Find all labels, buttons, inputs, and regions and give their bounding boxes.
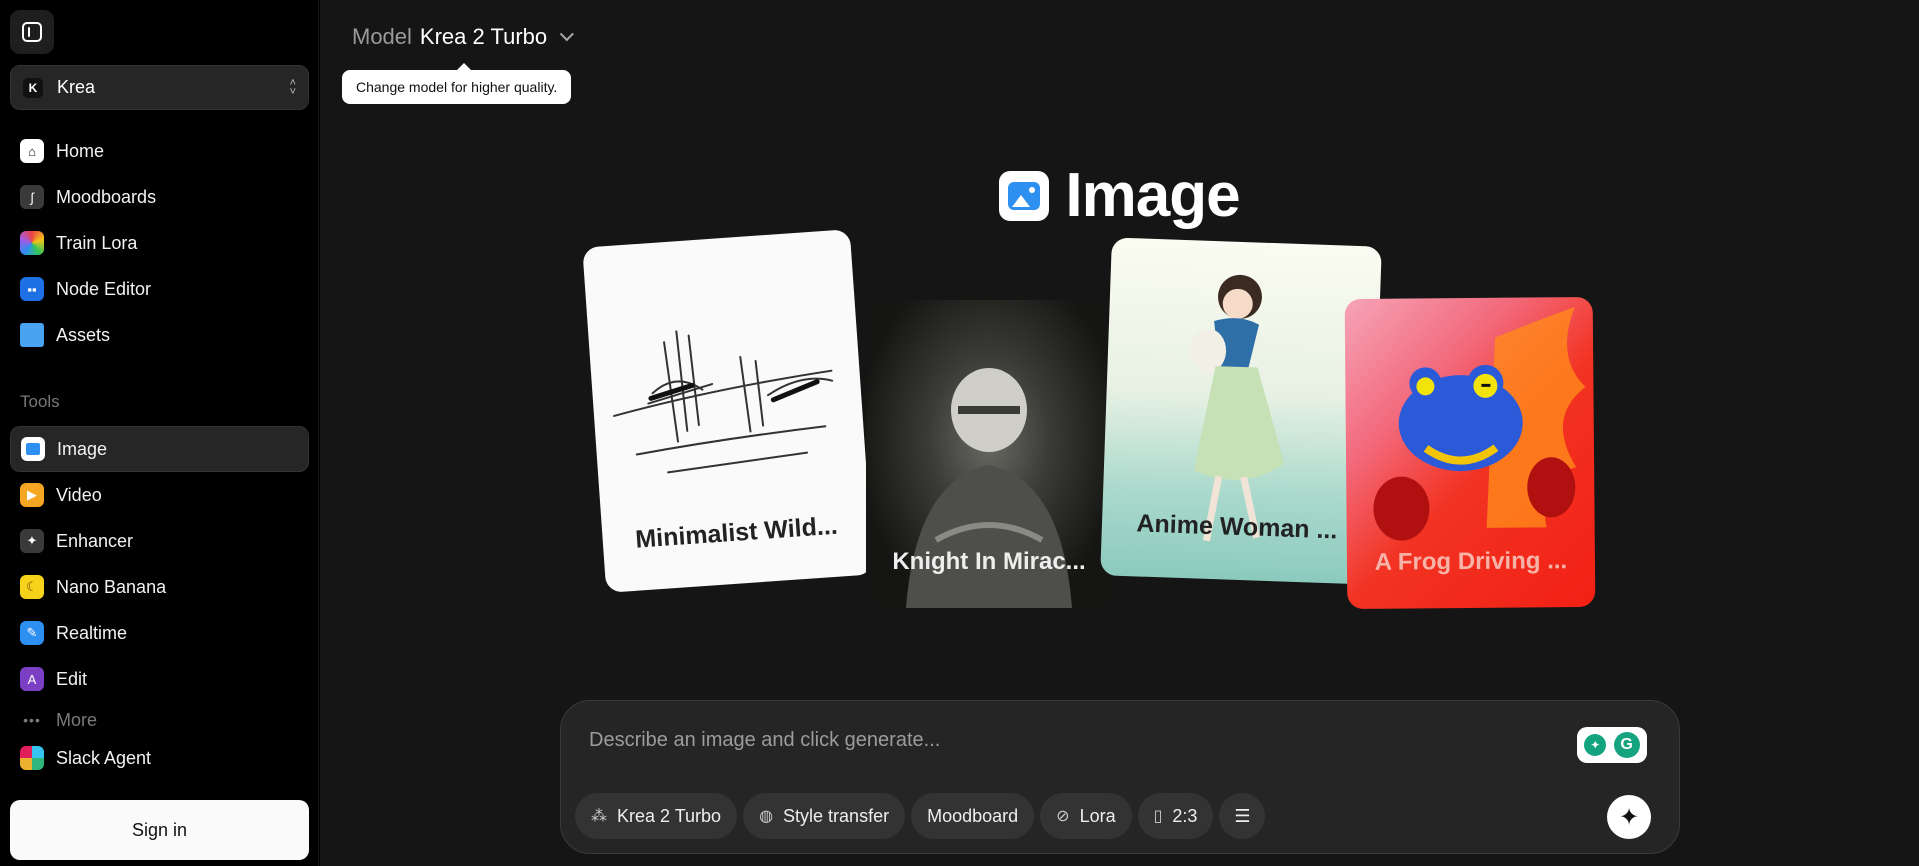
- sidebar-item-label: Enhancer: [56, 530, 134, 551]
- sparkle-icon: ✦: [1618, 803, 1640, 831]
- sidebar-item-label: Home: [56, 140, 105, 161]
- example-card-frog[interactable]: A Frog Driving ...: [1344, 296, 1596, 610]
- example-card-anime[interactable]: Anime Woman ...: [1100, 237, 1382, 585]
- tools-section-label: Tools: [20, 392, 60, 411]
- krea-logo-icon: ⁂: [591, 808, 607, 825]
- sidebar-item-assets[interactable]: Assets: [10, 312, 309, 358]
- more-dots-icon: •••: [23, 712, 41, 728]
- model-chip-label: Krea 2 Turbo: [617, 805, 722, 826]
- example-card-sketch[interactable]: Minimalist Wild...: [582, 229, 874, 593]
- folder-icon: [20, 323, 44, 347]
- sidebar-item-home[interactable]: ⌂ Home: [10, 128, 309, 174]
- prompt-box: Describe an image and click generate... …: [560, 700, 1680, 854]
- sidebar-item-label: Slack Agent: [56, 747, 152, 768]
- model-value: Krea 2 Turbo: [419, 24, 548, 49]
- aspect-ratio-label: 2:3: [1172, 805, 1198, 826]
- card-caption: A Frog Driving ...: [1374, 547, 1568, 576]
- lora-chip[interactable]: ⊘ Lora: [1040, 793, 1132, 839]
- chevron-up-down-icon: ˄ ˅: [289, 76, 296, 98]
- prompt-input[interactable]: Describe an image and click generate...: [589, 729, 940, 752]
- style-transfer-chip[interactable]: ◍ Style transfer: [743, 793, 906, 839]
- krea-logo-icon: K: [23, 77, 43, 98]
- sidebar-item-train-lora[interactable]: Train Lora: [10, 220, 309, 266]
- style-transfer-label: Style transfer: [783, 805, 890, 826]
- sidebar-item-label: Realtime: [56, 622, 128, 643]
- model-chip[interactable]: ⁂ Krea 2 Turbo: [575, 793, 738, 839]
- sidebar-item-label: Image: [57, 438, 108, 459]
- sidebar-panel-icon: [22, 22, 42, 42]
- sidebar-item-label: Moodboards: [56, 186, 157, 207]
- settings-chip[interactable]: ☰: [1219, 793, 1266, 839]
- image-icon: [21, 437, 45, 461]
- example-card-knight[interactable]: Knight In Mirac...: [866, 300, 1112, 608]
- workspace-selector[interactable]: K Krea ˄ ˅: [10, 65, 309, 110]
- wand-icon: ✦: [20, 529, 44, 553]
- palette-icon: ◍: [759, 808, 774, 825]
- lora-label: Lora: [1079, 805, 1116, 826]
- rainbow-icon: [20, 231, 44, 255]
- main-nav: ⌂ Home ∫ Moodboards Train Lora ▪▪ Node E…: [10, 128, 309, 358]
- lightbulb-icon: ✦: [1584, 734, 1607, 756]
- grammarly-icon: G: [1613, 732, 1640, 758]
- slack-icon: [20, 746, 44, 770]
- model-selector[interactable]: Model Krea 2 Turbo: [352, 24, 575, 50]
- toggle-sidebar-button[interactable]: [10, 10, 54, 54]
- model-tooltip: Change model for higher quality.: [342, 63, 572, 104]
- banana-icon: ☾: [20, 575, 44, 599]
- sidebar-item-node-editor[interactable]: ▪▪ Node Editor: [10, 266, 309, 312]
- grammarly-widget[interactable]: ✦ G: [1577, 727, 1647, 763]
- model-label: Model: [352, 24, 412, 49]
- house-icon: ⌂: [20, 139, 44, 163]
- prompt-toolbar: ⁂ Krea 2 Turbo ◍ Style transfer Moodboar…: [575, 793, 1266, 839]
- sidebar-item-video[interactable]: ▶ Video: [10, 472, 309, 518]
- sidebar-item-label: Video: [56, 484, 102, 505]
- page-title: Image: [320, 160, 1919, 231]
- nodes-icon: ▪▪: [20, 277, 44, 301]
- sign-in-button[interactable]: Sign in: [10, 800, 309, 860]
- sidebar-item-enhancer[interactable]: ✦ Enhancer: [10, 518, 309, 564]
- sidebar-item-realtime[interactable]: ✎ Realtime: [10, 610, 309, 656]
- sidebar-item-more[interactable]: ••• More: [10, 702, 309, 738]
- sidebar-item-label: Nano Banana: [56, 576, 167, 597]
- sidebar: K Krea ˄ ˅ ⌂ Home ∫ Moodboards Train Lora…: [0, 0, 319, 866]
- brush-icon: ∫: [20, 185, 44, 209]
- phone-icon: ▯: [1153, 808, 1163, 825]
- sidebar-item-label: Assets: [56, 324, 111, 345]
- sidebar-item-label: Node Editor: [56, 278, 152, 299]
- moodboard-chip[interactable]: Moodboard: [911, 793, 1035, 839]
- sidebar-item-label: More: [56, 709, 98, 730]
- sidebar-item-moodboards[interactable]: ∫ Moodboards: [10, 174, 309, 220]
- moodboard-label: Moodboard: [927, 805, 1019, 826]
- video-icon: ▶: [20, 483, 44, 507]
- card-caption: Knight In Mirac...: [892, 548, 1086, 575]
- generate-button[interactable]: ✦: [1607, 795, 1651, 839]
- sidebar-item-label: Edit: [56, 668, 88, 689]
- pen-icon: ✎: [20, 621, 44, 645]
- sliders-icon: ☰: [1234, 805, 1251, 826]
- sidebar-item-slack-agent[interactable]: Slack Agent: [10, 738, 309, 778]
- image-icon: [999, 170, 1050, 221]
- sidebar-item-nano-banana[interactable]: ☾ Nano Banana: [10, 564, 309, 610]
- chevron-down-icon: [559, 27, 575, 42]
- link-icon: ⊘: [1056, 808, 1070, 825]
- aspect-ratio-chip[interactable]: ▯ 2:3: [1137, 793, 1214, 839]
- main-content: Model Krea 2 Turbo Change model for high…: [320, 0, 1919, 866]
- sidebar-item-image[interactable]: Image: [10, 426, 309, 472]
- sidebar-item-edit[interactable]: A Edit: [10, 656, 309, 702]
- edit-icon: A: [20, 667, 44, 691]
- page-title-text: Image: [1065, 161, 1240, 230]
- sidebar-item-label: Train Lora: [56, 232, 138, 253]
- tools-nav: Tools Image ▶ Video ✦ Enhancer ☾ Nano Ba…: [10, 382, 309, 778]
- workspace-name: Krea: [57, 77, 96, 97]
